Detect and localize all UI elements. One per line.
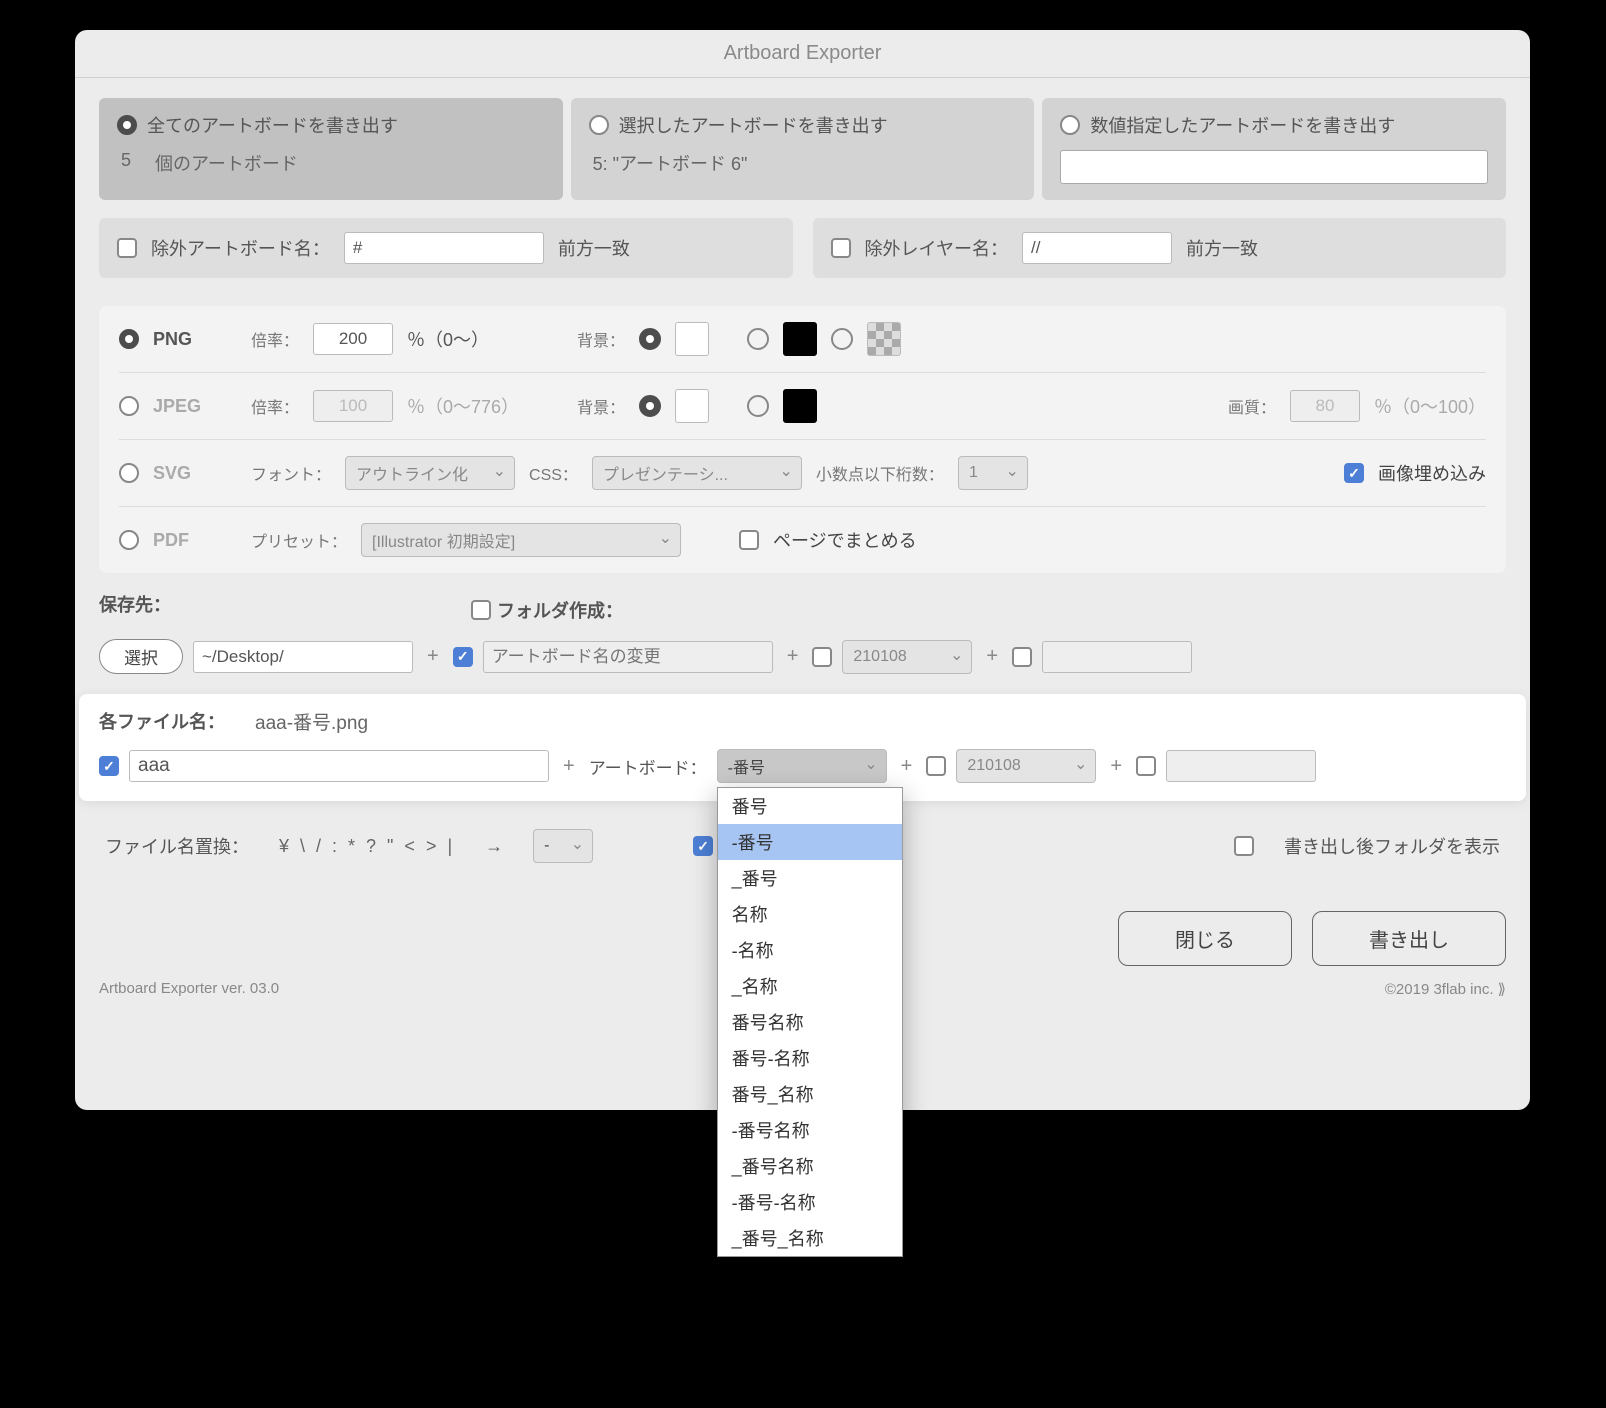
filename-prefix-input[interactable] [129, 750, 549, 782]
exclude-artboard-box: 除外アートボード名： 前方一致 [99, 218, 793, 278]
exclude-artboard-checkbox[interactable] [117, 238, 137, 258]
swatch-black[interactable] [783, 322, 817, 356]
pdf-preset-select: [Illustrator 初期設定] [361, 523, 681, 557]
radio-png[interactable] [119, 329, 139, 349]
png-bg-white-radio[interactable] [639, 328, 661, 350]
filename-prefix-checkbox[interactable] [99, 756, 119, 776]
tab-numeric-artboards[interactable]: 数値指定したアートボードを書き出す [1042, 98, 1506, 200]
dropdown-option[interactable]: 番号 [718, 788, 902, 824]
dropdown-option[interactable]: _番号_名称 [718, 1220, 902, 1256]
svg-embed-checkbox [1344, 463, 1364, 483]
folder-extra-input[interactable] [1042, 641, 1192, 673]
folder-create-checkbox[interactable] [471, 600, 491, 620]
radio-pdf[interactable] [119, 530, 139, 550]
format-panel: PNG 倍率： ％（0〜） 背景： JPEG 倍率： ％（0〜776） 背景： [99, 306, 1506, 573]
dropdown-option[interactable]: -番号名称 [718, 1112, 902, 1148]
tab-all-artboards[interactable]: 全てのアートボードを書き出す 5個のアートボード [99, 98, 563, 200]
exclude-layer-input[interactable] [1022, 232, 1172, 264]
dropdown-option[interactable]: 番号名称 [718, 1004, 902, 1040]
save-dest-label: 保存先： [99, 591, 171, 617]
dropdown-option[interactable]: -名称 [718, 932, 902, 968]
window-title: Artboard Exporter [724, 42, 882, 65]
dropdown-list: 番号-番号_番号名称-名称_名称番号名称番号-名称番号_名称-番号名称_番号名称… [717, 787, 903, 1257]
filename-date-select[interactable]: 210108 [956, 749, 1096, 783]
swatch-transparent[interactable] [867, 322, 901, 356]
radio-selected[interactable] [589, 115, 609, 135]
dropdown-option[interactable]: 名称 [718, 896, 902, 932]
replace-label: ファイル名置換： [105, 833, 249, 859]
folder-extra-checkbox[interactable] [1012, 647, 1032, 667]
jpeg-scale-input [313, 390, 393, 422]
jpeg-bg-white-radio [639, 395, 661, 417]
svg-decimal-select: 1 [958, 456, 1028, 490]
dropdown-option[interactable]: _番号名称 [718, 1148, 902, 1184]
dropdown-option[interactable]: -番号 [718, 824, 902, 860]
titlebar: Artboard Exporter [75, 30, 1530, 78]
dialog-window: Artboard Exporter 全てのアートボードを書き出す 5個のアートボ… [75, 30, 1530, 1110]
copyright-text: ©2019 3flab inc. ⟫ [1385, 980, 1506, 998]
tab-selected-artboards[interactable]: 選択したアートボードを書き出す 5: "アートボード 6" [571, 98, 1035, 200]
filename-section: 各ファイル名： aaa-番号.png + アートボード： -番号 番号-番号_番… [79, 694, 1526, 801]
row-png: PNG 倍率： ％（0〜） 背景： [119, 306, 1486, 373]
jpeg-quality-input [1290, 390, 1360, 422]
filename-extra-checkbox[interactable] [1136, 756, 1156, 776]
replace-char-select[interactable]: - [533, 829, 593, 863]
radio-svg[interactable] [119, 463, 139, 483]
dropdown-option[interactable]: -番号-名称 [718, 1184, 902, 1220]
svg-font-select: アウトライン化 [345, 456, 515, 490]
radio-all[interactable] [117, 115, 137, 135]
png-scale-input[interactable] [313, 323, 393, 355]
jpeg-bg-black-radio [747, 395, 769, 417]
export-button[interactable]: 書き出し [1312, 911, 1506, 966]
radio-numeric[interactable] [1060, 115, 1080, 135]
dropdown-option[interactable]: 番号_名称 [718, 1076, 902, 1112]
row-svg: SVG フォント： アウトライン化 CSS： プレゼンテーシ... 小数点以下桁… [119, 440, 1486, 507]
close-button[interactable]: 閉じる [1118, 911, 1292, 966]
exclude-artboard-input[interactable] [344, 232, 544, 264]
show-folder-checkbox[interactable] [1234, 836, 1254, 856]
artboard-naming-dropdown[interactable]: -番号 番号-番号_番号名称-名称_名称番号名称番号-名称番号_名称-番号名称_… [717, 749, 887, 783]
png-bg-trans-radio[interactable] [831, 328, 853, 350]
filename-date-checkbox[interactable] [926, 756, 946, 776]
row-pdf: PDF プリセット： [Illustrator 初期設定] ページでまとめる [119, 507, 1486, 573]
dest-path-input[interactable] [193, 641, 413, 673]
dropdown-option[interactable]: _名称 [718, 968, 902, 1004]
exclude-layer-box: 除外レイヤー名： 前方一致 [813, 218, 1507, 278]
numeric-input[interactable] [1060, 150, 1488, 184]
source-tabs: 全てのアートボードを書き出す 5個のアートボード 選択したアートボードを書き出す… [99, 98, 1506, 200]
folder-name-checkbox[interactable] [453, 647, 473, 667]
swatch-white[interactable] [675, 322, 709, 356]
version-text: Artboard Exporter ver. 03.0 [99, 980, 279, 998]
replace-space-checkbox[interactable] [693, 836, 713, 856]
png-bg-black-radio[interactable] [747, 328, 769, 350]
filename-preview: aaa-番号.png [255, 708, 368, 735]
folder-name-input[interactable] [483, 641, 773, 673]
plus-icon: + [423, 645, 443, 668]
folder-date-select[interactable]: 210108 [842, 640, 972, 674]
select-dest-button[interactable]: 選択 [99, 639, 183, 674]
row-jpeg: JPEG 倍率： ％（0〜776） 背景： 画質： ％（0〜100） [119, 373, 1486, 440]
filename-extra-input[interactable] [1166, 750, 1316, 782]
dropdown-option[interactable]: 番号-名称 [718, 1040, 902, 1076]
dropdown-option[interactable]: _番号 [718, 860, 902, 896]
svg-css-select: プレゼンテーシ... [592, 456, 802, 490]
pdf-merge-checkbox [739, 530, 759, 550]
folder-date-checkbox[interactable] [812, 647, 832, 667]
radio-jpeg[interactable] [119, 396, 139, 416]
exclude-layer-checkbox[interactable] [831, 238, 851, 258]
